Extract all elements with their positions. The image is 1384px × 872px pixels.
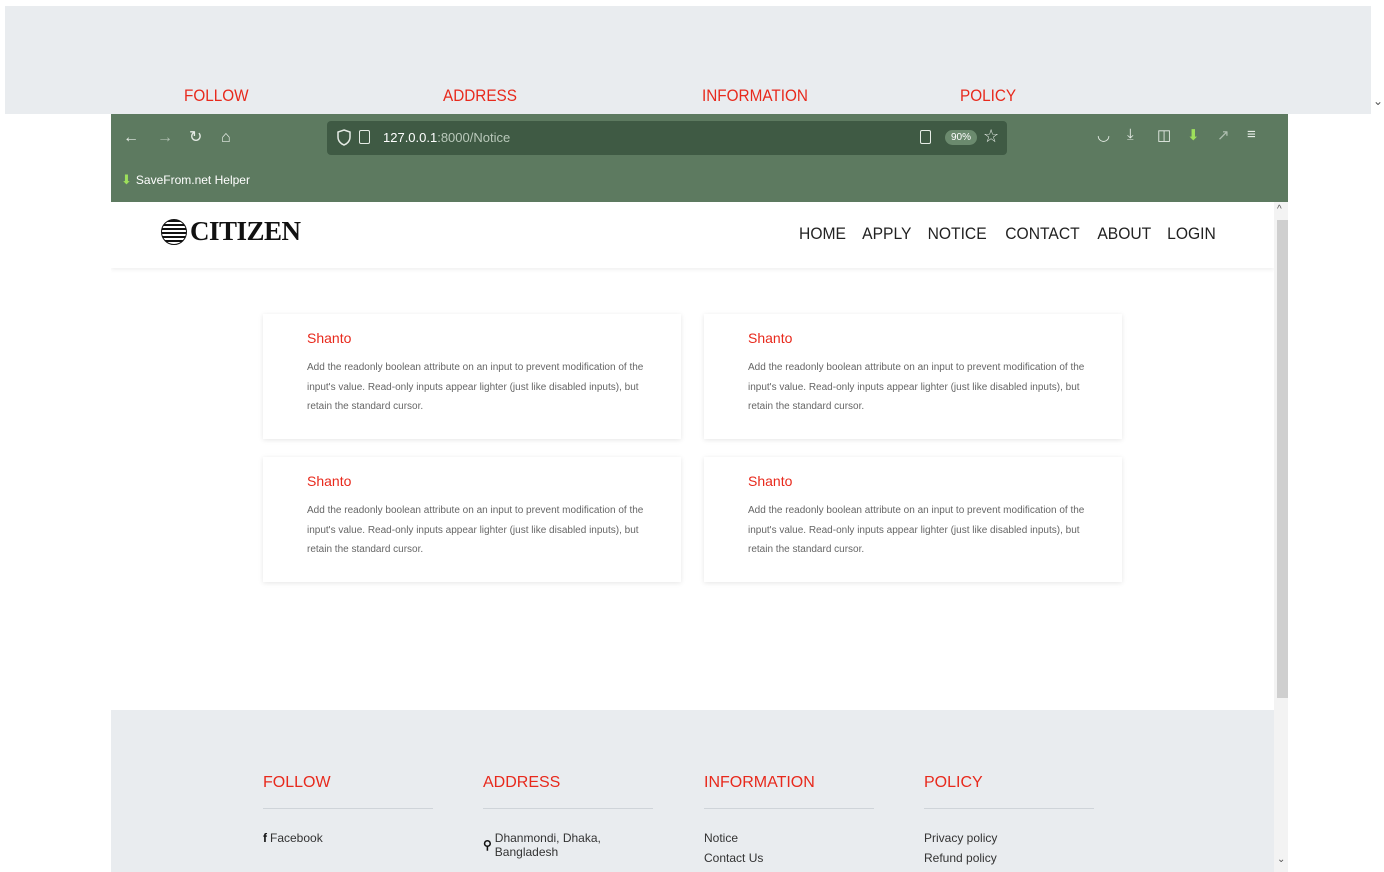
footer-policy: POLICY Privacy policy Refund policy bbox=[924, 774, 1094, 865]
site-header: CITIZEN HOME APPLY NOTICE CONTACT ABOUT … bbox=[111, 202, 1274, 268]
shield-icon[interactable] bbox=[337, 129, 351, 146]
notice-card: Shanto Add the readonly boolean attribut… bbox=[263, 314, 681, 439]
background-heading-information: INFORMATION bbox=[702, 86, 808, 105]
footer-link-contact[interactable]: Contact Us bbox=[704, 851, 874, 865]
bookmark-savefrom[interactable]: ⬇ SaveFrom.net Helper bbox=[121, 172, 250, 188]
back-icon[interactable]: ← bbox=[123, 127, 139, 149]
notice-title[interactable]: Shanto bbox=[748, 473, 792, 489]
logo-text: CITIZEN bbox=[190, 216, 301, 246]
notice-body: Add the readonly boolean attribute on an… bbox=[307, 362, 644, 412]
bookmark-label: SaveFrom.net Helper bbox=[135, 173, 250, 187]
footer-address-text: Dhanmondi, Dhaka, Bangladesh bbox=[494, 831, 601, 859]
nav-notice[interactable]: NOTICE bbox=[928, 224, 987, 244]
footer-link-facebook[interactable]: f Facebook bbox=[263, 831, 433, 845]
menu-icon[interactable]: ≡ bbox=[1247, 126, 1256, 143]
browser-toolbar: ← → ↻ ⌂ 127.0.0.1:8000/Notice 90% ☆ ◡ ⤓ … bbox=[111, 114, 1288, 202]
url-path: :8000/Notice bbox=[437, 130, 511, 145]
notice-card: Shanto Add the readonly boolean attribut… bbox=[704, 314, 1122, 439]
main-nav: HOME APPLY NOTICE CONTACT ABOUT LOGIN bbox=[797, 224, 1218, 244]
footer-heading-address: ADDRESS bbox=[483, 774, 653, 809]
savefrom-icon: ⬇ bbox=[121, 172, 132, 187]
forward-icon[interactable]: → bbox=[157, 127, 173, 149]
footer-address-line: ⚲ Dhanmondi, Dhaka, Bangladesh bbox=[483, 831, 653, 859]
footer-information: INFORMATION Notice Contact Us bbox=[704, 774, 874, 865]
facebook-icon: f bbox=[263, 831, 267, 845]
nav-about[interactable]: ABOUT bbox=[1097, 224, 1151, 244]
extension-icon[interactable]: ↗ bbox=[1217, 126, 1230, 144]
sidebar-icon[interactable]: ◫ bbox=[1157, 126, 1171, 144]
notice-card: Shanto Add the readonly boolean attribut… bbox=[263, 457, 681, 582]
background-heading-follow: FOLLOW bbox=[184, 86, 249, 105]
nav-login[interactable]: LOGIN bbox=[1167, 224, 1216, 244]
reader-view-icon[interactable] bbox=[920, 130, 931, 144]
reload-icon[interactable]: ↻ bbox=[189, 127, 202, 149]
background-page: FOLLOW ADDRESS INFORMATION POLICY ⌄ bbox=[0, 0, 1384, 114]
nav-home[interactable]: HOME bbox=[799, 224, 846, 244]
footer-heading-follow: FOLLOW bbox=[263, 774, 433, 809]
footer-link-label: Facebook bbox=[270, 831, 323, 845]
url-host: 127.0.0.1 bbox=[383, 130, 438, 145]
url-text[interactable]: 127.0.0.1:8000/Notice bbox=[383, 130, 510, 145]
download-icon[interactable]: ⤓ bbox=[1127, 126, 1134, 143]
chevron-down-icon[interactable]: ⌄ bbox=[1373, 94, 1383, 108]
savefrom-extension-icon[interactable]: ⬇ bbox=[1187, 126, 1200, 144]
page-icon bbox=[359, 130, 370, 144]
nav-apply[interactable]: APPLY bbox=[862, 224, 911, 244]
site-logo[interactable]: CITIZEN bbox=[161, 216, 301, 247]
footer-heading-information: INFORMATION bbox=[704, 774, 874, 809]
page-scrollbar[interactable]: ^ ⌄ bbox=[1274, 202, 1288, 872]
site-footer: FOLLOW f Facebook ADDRESS ⚲ Dhanmondi, D… bbox=[111, 710, 1274, 872]
nav-contact[interactable]: CONTACT bbox=[1005, 224, 1079, 244]
notice-body: Add the readonly boolean attribute on an… bbox=[748, 362, 1085, 412]
chevron-up-icon[interactable]: ^ bbox=[1277, 204, 1282, 215]
logo-mark-icon bbox=[161, 218, 187, 245]
footer-link-notice[interactable]: Notice bbox=[704, 831, 874, 845]
notice-card: Shanto Add the readonly boolean attribut… bbox=[704, 457, 1122, 582]
browser-window: ← → ↻ ⌂ 127.0.0.1:8000/Notice 90% ☆ ◡ ⤓ … bbox=[111, 114, 1288, 872]
footer-link-refund[interactable]: Refund policy bbox=[924, 851, 1094, 865]
footer-follow: FOLLOW f Facebook bbox=[263, 774, 433, 845]
background-heading-policy: POLICY bbox=[960, 86, 1017, 105]
page-viewport: CITIZEN HOME APPLY NOTICE CONTACT ABOUT … bbox=[111, 202, 1274, 872]
background-footer-band: FOLLOW ADDRESS INFORMATION POLICY bbox=[5, 6, 1371, 114]
background-heading-address: ADDRESS bbox=[443, 86, 517, 105]
footer-link-privacy[interactable]: Privacy policy bbox=[924, 831, 1094, 845]
bookmark-star-icon[interactable]: ☆ bbox=[983, 126, 999, 147]
footer-address: ADDRESS ⚲ Dhanmondi, Dhaka, Bangladesh bbox=[483, 774, 653, 859]
home-icon[interactable]: ⌂ bbox=[221, 127, 231, 149]
background-scrollbar[interactable]: ⌄ bbox=[1371, 0, 1384, 114]
footer-heading-policy: POLICY bbox=[924, 774, 1094, 809]
zoom-level-badge[interactable]: 90% bbox=[945, 130, 978, 145]
notice-title[interactable]: Shanto bbox=[748, 330, 792, 346]
notice-title[interactable]: Shanto bbox=[307, 473, 351, 489]
notice-body: Add the readonly boolean attribute on an… bbox=[307, 505, 644, 555]
address-bar[interactable]: 127.0.0.1:8000/Notice 90% ☆ bbox=[327, 121, 1007, 155]
location-pin-icon: ⚲ bbox=[483, 838, 492, 852]
notice-body: Add the readonly boolean attribute on an… bbox=[748, 505, 1085, 555]
chevron-down-icon[interactable]: ⌄ bbox=[1277, 854, 1285, 865]
scrollbar-thumb[interactable] bbox=[1277, 220, 1288, 698]
notice-title[interactable]: Shanto bbox=[307, 330, 351, 346]
pocket-icon[interactable]: ◡ bbox=[1097, 126, 1110, 144]
